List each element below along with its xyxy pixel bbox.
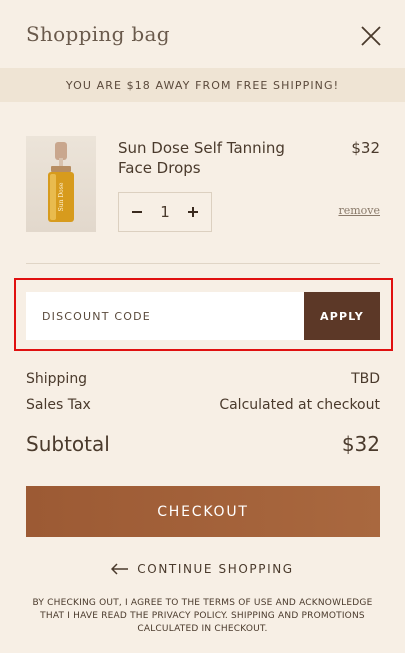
sales-tax-row: Sales Tax Calculated at checkout [26, 397, 380, 413]
shipping-row: Shipping TBD [26, 371, 380, 387]
checkout-button[interactable]: CHECKOUT [26, 486, 380, 537]
subtotal-label: Subtotal [26, 432, 110, 456]
shipping-value: TBD [351, 371, 380, 387]
product-image[interactable]: Sun Dose [26, 136, 96, 232]
free-shipping-banner: YOU ARE $18 AWAY FROM FREE SHIPPING! [0, 68, 405, 102]
cart-line-item: Sun Dose Sun Dose Self Tanning Face Drop… [26, 136, 380, 236]
close-icon [361, 26, 381, 46]
increase-quantity-button[interactable] [185, 204, 201, 220]
product-price: $32 [351, 139, 380, 157]
product-name[interactable]: Sun Dose Self Tanning Face Drops [118, 138, 318, 178]
subtotal-value: $32 [341, 432, 380, 456]
checkout-legal-text: BY CHECKING OUT, I AGREE TO THE TERMS OF… [32, 598, 373, 634]
arrow-left-icon [111, 563, 129, 575]
cart-title: Shopping bag [26, 22, 170, 46]
plus-icon [187, 207, 198, 217]
free-shipping-text: YOU ARE $18 AWAY FROM FREE SHIPPING! [65, 78, 340, 92]
decrease-quantity-button[interactable] [129, 204, 145, 220]
section-divider [26, 263, 380, 264]
discount-code-form: APPLY [26, 292, 380, 340]
continue-shopping-link[interactable]: CONTINUE SHOPPING [0, 559, 405, 579]
bottle-label: Sun Dose [58, 182, 65, 211]
discount-code-input[interactable] [26, 292, 304, 340]
minus-icon [132, 211, 142, 213]
remove-item-link[interactable]: remove [338, 204, 380, 217]
close-button[interactable] [360, 25, 382, 47]
subtotal-row: Subtotal $32 [26, 432, 380, 456]
cart-header: Shopping bag [0, 0, 405, 68]
quantity-value[interactable]: 1 [160, 203, 170, 221]
continue-shopping-label: CONTINUE SHOPPING [137, 562, 294, 576]
sales-tax-label: Sales Tax [26, 397, 91, 413]
sales-tax-value: Calculated at checkout [219, 397, 380, 413]
shipping-label: Shipping [26, 371, 88, 387]
quantity-stepper: 1 [118, 192, 212, 232]
serum-bottle-image: Sun Dose [48, 142, 74, 222]
apply-discount-button[interactable]: APPLY [304, 292, 380, 340]
